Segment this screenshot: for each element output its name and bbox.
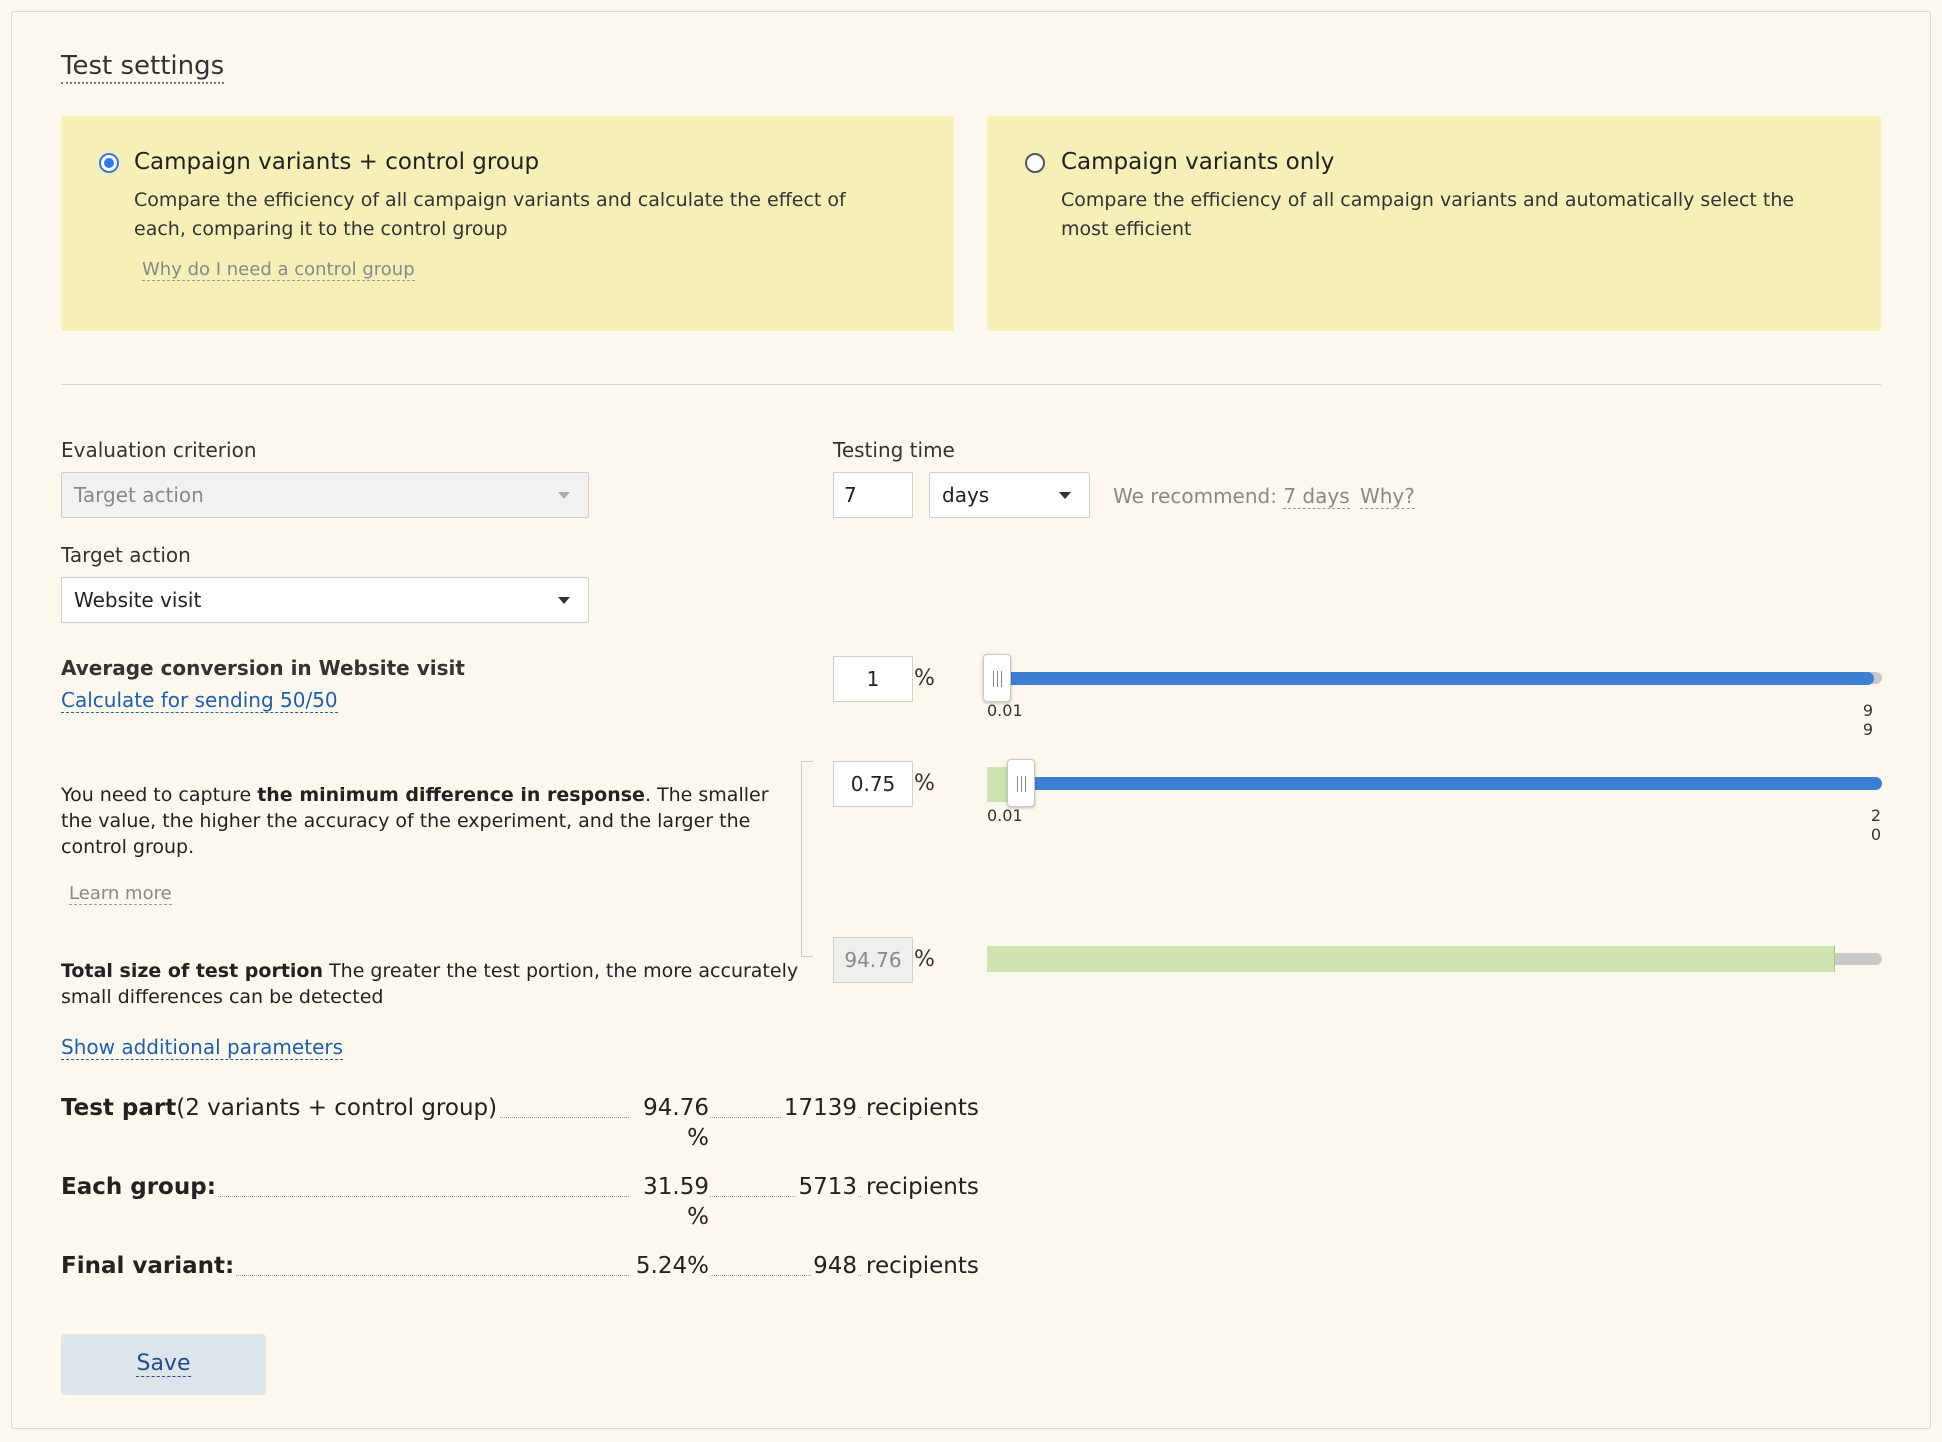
evaluation-criterion-label: Evaluation criterion [61, 438, 257, 462]
summary-percent: 31.59% [629, 1172, 709, 1232]
testing-time-unit-select[interactable]: days [929, 472, 1090, 518]
learn-more-link[interactable]: Learn more [69, 883, 172, 905]
chevron-down-icon [558, 492, 570, 499]
min-difference-slider-range [1017, 777, 1882, 790]
conversion-percent-sign: % [914, 666, 935, 691]
why-control-group-link[interactable]: Why do I need a control group [142, 259, 415, 281]
summary-unit: recipients [866, 1253, 979, 1279]
conversion-label: Average conversion in Website visit [61, 656, 465, 680]
test-portion-value: 94.76 [833, 937, 913, 983]
test-portion-percent-sign: % [914, 947, 935, 972]
summary-count: 17139 [781, 1093, 857, 1123]
option-title: Campaign variants only [1061, 149, 1335, 175]
evaluation-criterion-select: Target action [61, 472, 589, 518]
summary-unit: recipients [866, 1174, 979, 1200]
min-difference-text: You need to capture the minimum differen… [61, 784, 769, 858]
radio-variants-control[interactable] [99, 153, 119, 173]
chevron-down-icon [558, 597, 570, 604]
evaluation-criterion-value: Target action [74, 483, 204, 507]
option-title: Campaign variants + control group [134, 149, 540, 175]
conversion-input[interactable]: 1 [833, 656, 913, 702]
min-difference-input[interactable]: 0.75 [833, 761, 913, 807]
option-card-variants-control[interactable]: Campaign variants + control group Compar… [61, 116, 954, 331]
target-action-select[interactable]: Website visit [61, 577, 589, 623]
save-button[interactable]: Save [61, 1334, 266, 1395]
summary-count: 5713 [796, 1172, 857, 1202]
divider [61, 384, 1881, 385]
radio-variants-only[interactable] [1025, 153, 1045, 173]
recommend-label: We recommend: [1113, 484, 1277, 508]
calculate-50-50-link[interactable]: Calculate for sending 50/50 [61, 688, 338, 713]
conversion-min-tick: 0.01 [987, 701, 1023, 720]
summary-count: 948 [811, 1251, 857, 1281]
show-additional-parameters-link[interactable]: Show additional parameters [61, 1035, 344, 1060]
target-action-value: Website visit [74, 588, 202, 612]
summary-row-final-variant: Final variant: 5.24% 948 recipients [61, 1251, 979, 1281]
conversion-slider-range [1002, 672, 1874, 685]
bracket-divider [801, 761, 813, 957]
page-title: Test settings [61, 50, 225, 84]
conversion-slider-handle[interactable] [983, 654, 1011, 702]
summary-row-test-part: Test part(2 variants + control group) 94… [61, 1093, 979, 1153]
recommendation: We recommend: 7 days Why? [1113, 483, 1415, 509]
summary-unit: recipients [866, 1095, 979, 1121]
min-difference-max-tick: 20 [1870, 806, 1882, 844]
summary-percent: 5.24% [629, 1251, 709, 1281]
option-card-variants-only[interactable]: Campaign variants only Compare the effic… [987, 116, 1881, 331]
test-portion-bar-fill [987, 946, 1835, 972]
summary-percent: 94.76% [629, 1093, 709, 1153]
recommend-value-link[interactable]: 7 days [1283, 484, 1350, 509]
min-difference-percent-sign: % [914, 771, 935, 796]
testing-time-input[interactable]: 7 [833, 472, 913, 518]
min-difference-min-tick: 0.01 [987, 806, 1023, 825]
conversion-max-tick: 99 [1862, 701, 1874, 739]
testing-time-label: Testing time [833, 438, 955, 462]
summary-row-each-group: Each group: 31.59% 5713 recipients [61, 1172, 979, 1232]
option-description: Compare the efficiency of all campaign v… [134, 189, 846, 240]
test-portion-text: Total size of test portion The greater t… [61, 960, 799, 1008]
min-difference-slider-handle[interactable] [1007, 759, 1035, 807]
chevron-down-icon [1059, 492, 1071, 499]
testing-time-unit-value: days [942, 483, 990, 507]
option-description: Compare the efficiency of all campaign v… [1061, 189, 1795, 240]
why-link[interactable]: Why? [1359, 484, 1415, 509]
target-action-label: Target action [61, 543, 191, 567]
